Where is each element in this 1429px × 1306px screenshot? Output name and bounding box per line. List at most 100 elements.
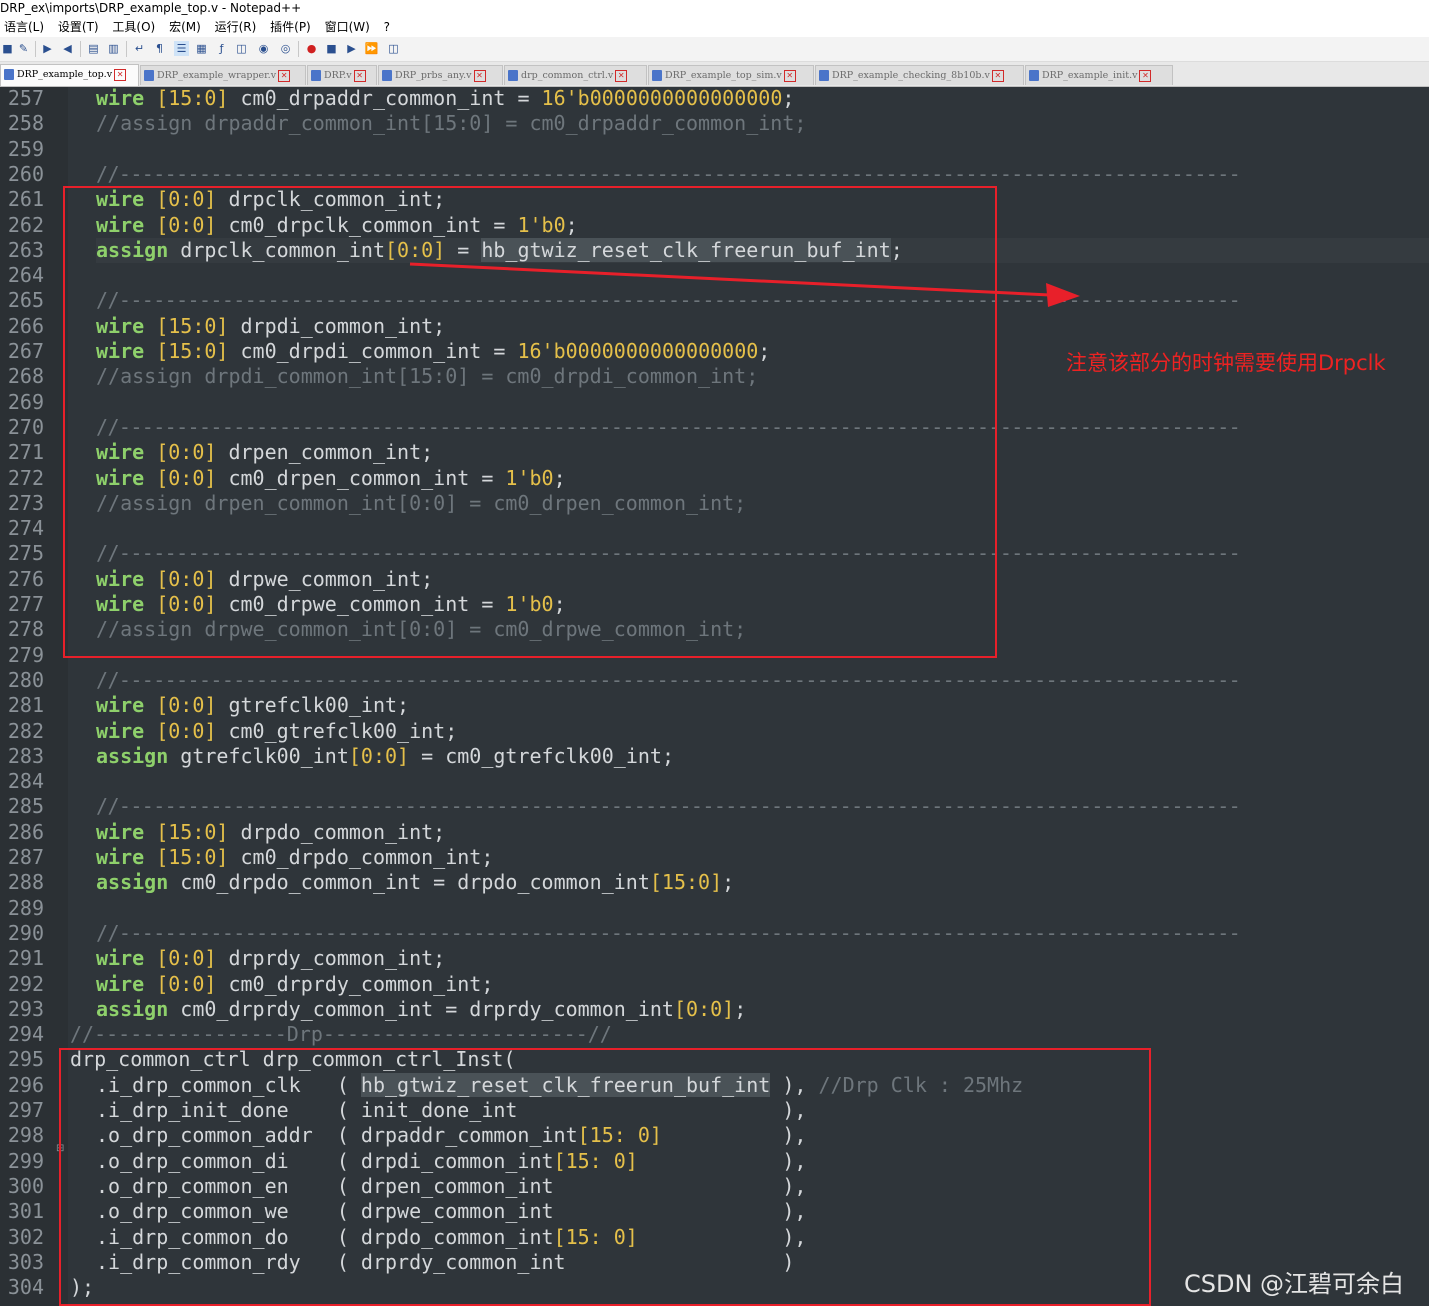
menu-language[interactable]: 语言(L): [4, 17, 44, 37]
code-line[interactable]: //--------------------------------------…: [96, 668, 1429, 693]
file-saved-icon: [144, 70, 154, 81]
code-line[interactable]: wire [0:0] cm0_drprdy_common_int;: [96, 972, 1429, 997]
code-line[interactable]: [96, 896, 1429, 921]
line-number: 296: [7, 1072, 44, 1097]
lock-icon[interactable]: ■: [0, 41, 15, 56]
menu-run[interactable]: 运行(R): [215, 17, 257, 37]
window-title-bar: DRP_ex\imports\DRP_example_top.v - Notep…: [0, 0, 1429, 17]
code-line[interactable]: //----------------Drp-------------------…: [70, 1022, 1410, 1047]
line-number: 285: [7, 794, 44, 819]
line-number: 284: [7, 769, 44, 794]
highlight-box-drp-signals: [63, 186, 997, 658]
line-number: 261: [7, 187, 44, 212]
show-all-chars-icon[interactable]: ¶: [152, 41, 167, 56]
line-number: 269: [7, 389, 44, 414]
close-tab-icon[interactable]: ✕: [114, 68, 127, 81]
tab-drp-prbs-any[interactable]: DRP_prbs_any.v ✕: [378, 65, 503, 85]
close-tab-icon[interactable]: ✕: [353, 69, 366, 82]
tab-drp-example-wrapper[interactable]: DRP_example_wrapper.v ✕: [140, 65, 306, 85]
code-line[interactable]: //assign drpaddr_common_int[15:0] = cm0_…: [96, 111, 1429, 136]
tab-drp-example-checking-8b10b[interactable]: DRP_example_checking_8b10b.v ✕: [815, 65, 1024, 85]
file-saved-icon: [4, 69, 14, 80]
code-line[interactable]: wire [15:0] drpdo_common_int;: [96, 820, 1429, 845]
doc-map-icon[interactable]: ▦: [194, 41, 209, 56]
line-number: 273: [7, 490, 44, 515]
code-line[interactable]: assign cm0_drprdy_common_int = drprdy_co…: [96, 997, 1429, 1022]
close-tab-icon[interactable]: ✕: [473, 69, 486, 82]
close-tab-icon[interactable]: ✕: [783, 69, 796, 82]
find-replace-icon[interactable]: ✎: [16, 41, 31, 56]
line-number: 283: [7, 743, 44, 768]
line-number: 275: [7, 541, 44, 566]
tab-drp-example-top[interactable]: DRP_example_top.v ✕: [0, 64, 139, 86]
menu-window[interactable]: 窗口(W): [325, 17, 370, 37]
code-line[interactable]: //--------------------------------------…: [96, 162, 1429, 187]
folder-workspace-icon[interactable]: ◫: [234, 41, 249, 56]
menu-plugins[interactable]: 插件(P): [270, 17, 311, 37]
menu-help[interactable]: ?: [384, 17, 390, 37]
line-number: 282: [7, 718, 44, 743]
menu-bar: 语言(L) 设置(T) 工具(O) 宏(M) 运行(R) 插件(P) 窗口(W)…: [0, 17, 1429, 37]
line-number: 270: [7, 414, 44, 439]
code-line[interactable]: [96, 769, 1429, 794]
sync-v-icon[interactable]: ▤: [86, 41, 101, 56]
tab-drp-common-ctrl[interactable]: drp_common_ctrl.v ✕: [504, 65, 647, 85]
line-number: 293: [7, 996, 44, 1021]
highlight-box-instance: [59, 1048, 1151, 1306]
code-line[interactable]: wire [0:0] gtrefclk00_int;: [96, 693, 1429, 718]
code-line[interactable]: assign gtrefclk00_int[0:0] = cm0_gtrefcl…: [96, 744, 1429, 769]
code-line[interactable]: //--------------------------------------…: [96, 921, 1429, 946]
zoom-out-icon[interactable]: ◀: [60, 41, 75, 56]
save-macro-icon[interactable]: ◫: [386, 41, 401, 56]
window-title: DRP_ex\imports\DRP_example_top.v - Notep…: [0, 1, 302, 15]
tab-drp-example-init[interactable]: DRP_example_init.v ✕: [1025, 65, 1173, 85]
function-list-icon[interactable]: ƒ: [214, 41, 229, 56]
run-macro-multiple-icon[interactable]: ⏩: [364, 41, 379, 56]
line-number: 259: [7, 136, 44, 161]
play-macro-icon[interactable]: ▶: [344, 41, 359, 56]
record-icon[interactable]: ●: [304, 41, 319, 56]
line-number: 297: [7, 1098, 44, 1122]
line-number: 271: [7, 440, 44, 465]
menu-settings[interactable]: 设置(T): [58, 17, 99, 37]
zoom-in-icon[interactable]: ▶: [40, 41, 55, 56]
file-saved-icon: [311, 70, 321, 81]
line-number: 266: [7, 313, 44, 338]
line-number: 292: [7, 971, 44, 996]
sync-h-icon[interactable]: ▥: [106, 41, 121, 56]
line-number-gutter: 257 258 259 260 261 262 263 264 265 266 267 268 269 2…: [0, 87, 68, 1306]
file-saved-icon: [1029, 70, 1039, 81]
file-saved-icon: [382, 70, 392, 81]
line-number: 300: [7, 1173, 44, 1198]
code-line[interactable]: wire [0:0] drprdy_common_int;: [96, 946, 1429, 971]
line-number: 281: [7, 693, 44, 718]
close-tab-icon[interactable]: ✕: [615, 69, 628, 82]
close-tab-icon[interactable]: ✕: [991, 69, 1004, 82]
code-line[interactable]: [96, 137, 1429, 162]
code-line[interactable]: //--------------------------------------…: [96, 794, 1429, 819]
line-number: 276: [7, 566, 44, 591]
code-line[interactable]: wire [0:0] cm0_gtrefclk00_int;: [96, 719, 1429, 744]
line-number: 272: [7, 465, 44, 490]
line-number: 279: [7, 642, 44, 667]
record-macro-icon[interactable]: ◎: [278, 41, 293, 56]
close-tab-icon[interactable]: ✕: [1139, 69, 1152, 82]
code-line[interactable]: wire [15:0] cm0_drpaddr_common_int = 16'…: [96, 87, 1429, 111]
code-line[interactable]: wire [15:0] cm0_drpdo_common_int;: [96, 845, 1429, 870]
tab-drp[interactable]: DRP.v ✕: [307, 65, 377, 85]
menu-macro[interactable]: 宏(M): [169, 17, 201, 37]
word-wrap-icon[interactable]: ↵: [132, 41, 147, 56]
line-number: 298: [7, 1123, 44, 1148]
line-number: 295: [7, 1047, 44, 1072]
line-number: 264: [7, 263, 44, 288]
line-number: 288: [7, 870, 44, 895]
line-number: 287: [7, 845, 44, 869]
menu-tools[interactable]: 工具(O): [112, 17, 155, 37]
code-line[interactable]: assign cm0_drpdo_common_int = drpdo_comm…: [96, 870, 1429, 895]
monitor-icon[interactable]: ◉: [256, 41, 271, 56]
annotation-note: 注意该部分的时钟需要使用Drpclk: [1066, 351, 1386, 375]
close-tab-icon[interactable]: ✕: [278, 69, 291, 82]
indent-guide-icon[interactable]: ☰: [174, 41, 189, 56]
stop-record-icon[interactable]: ■: [324, 41, 339, 56]
tab-drp-example-top-sim[interactable]: DRP_example_top_sim.v ✕: [648, 65, 814, 85]
